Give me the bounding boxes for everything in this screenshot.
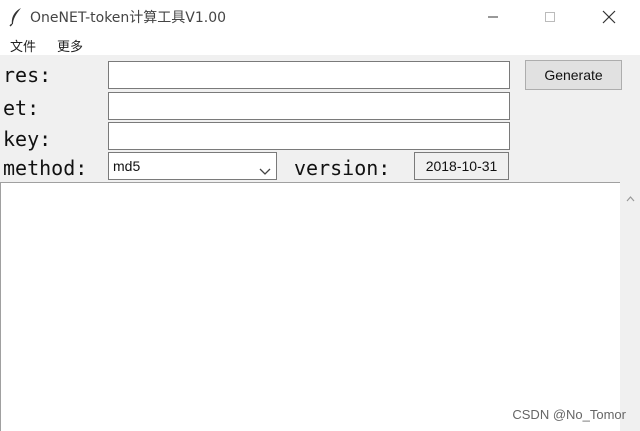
chevron-down-icon: [259, 161, 271, 180]
minimize-button[interactable]: [470, 0, 516, 33]
watermark: CSDN @No_Tomor: [512, 407, 626, 422]
method-select[interactable]: md5: [108, 152, 277, 180]
method-selected-value: md5: [113, 158, 141, 174]
version-label: version:: [294, 156, 391, 180]
close-button[interactable]: [586, 0, 632, 33]
window-title: OneNET-token计算工具V1.00: [30, 10, 227, 26]
chevron-up-icon[interactable]: [626, 187, 635, 206]
close-icon: [602, 10, 616, 24]
generate-button[interactable]: Generate: [525, 60, 622, 90]
res-label: res:: [3, 63, 52, 87]
minimize-icon: [487, 11, 499, 23]
key-input[interactable]: [108, 122, 510, 150]
title-bar[interactable]: OneNET-token计算工具V1.00: [0, 0, 640, 33]
version-value: 2018-10-31: [414, 152, 509, 180]
method-label: method:: [3, 156, 88, 180]
menu-more[interactable]: 更多: [57, 36, 83, 55]
maximize-icon: [544, 11, 556, 23]
maximize-button[interactable]: [527, 0, 573, 33]
output-text-area[interactable]: [0, 182, 620, 431]
vertical-scrollbar[interactable]: [620, 182, 640, 431]
feather-icon: [8, 7, 24, 27]
menu-bar: 文件 更多: [0, 33, 640, 55]
menu-file[interactable]: 文件: [10, 36, 36, 55]
et-input[interactable]: [108, 92, 510, 120]
key-label: key:: [3, 127, 52, 151]
et-label: et:: [3, 96, 40, 120]
res-input[interactable]: [108, 61, 510, 89]
